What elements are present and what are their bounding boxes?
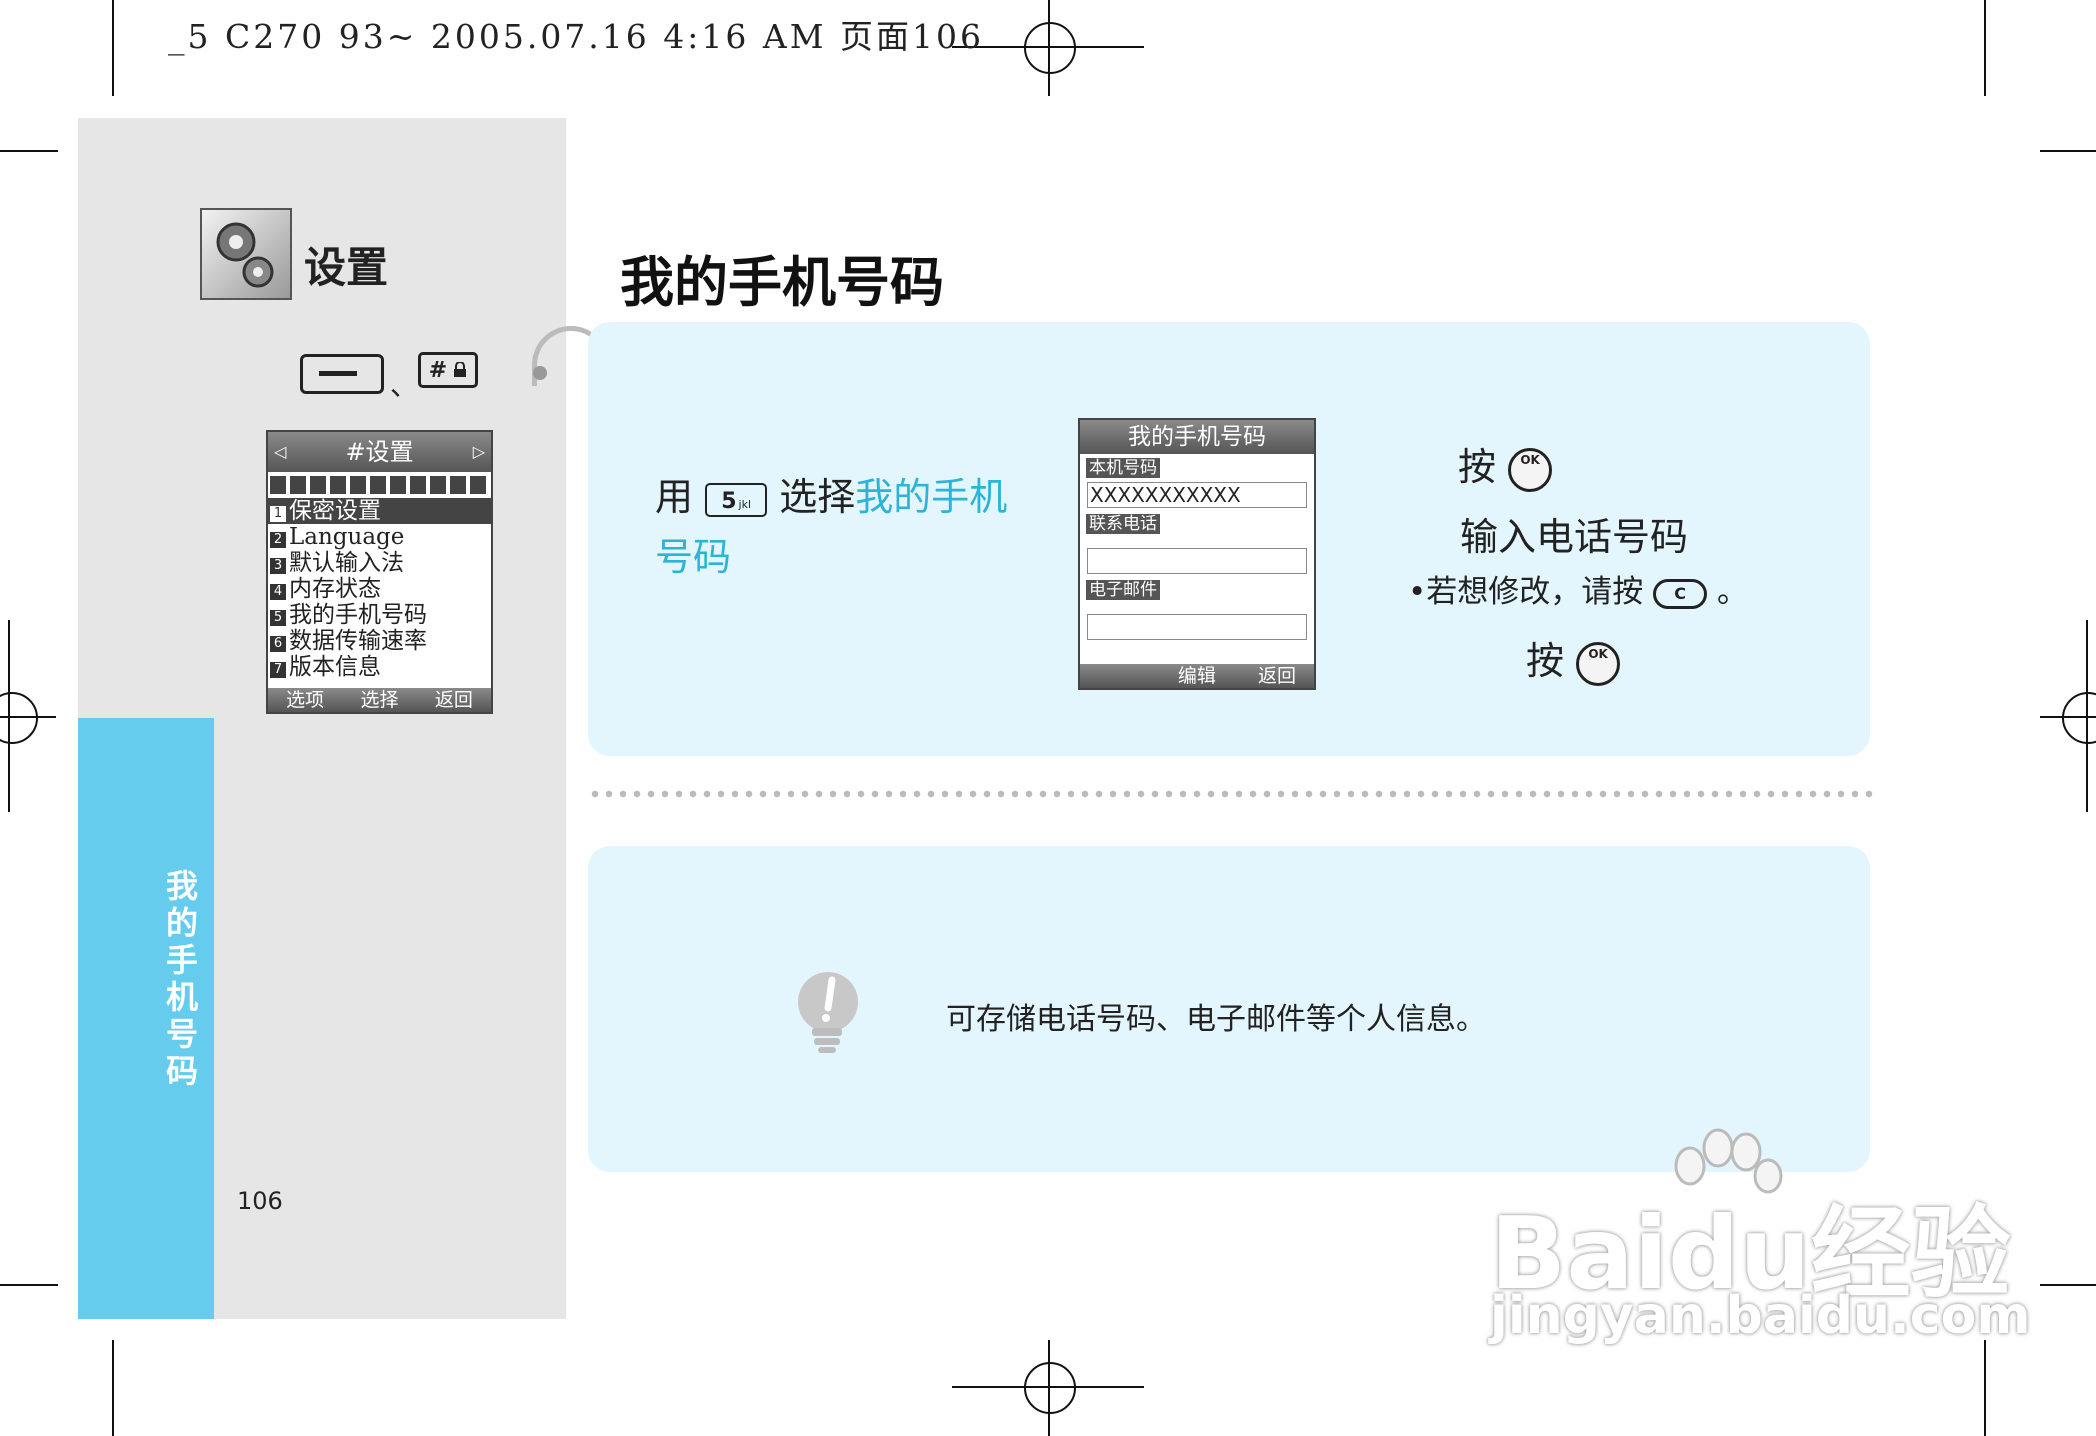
step-2-note: •若想修改，请按 C 。 bbox=[1408, 574, 1749, 610]
step-1-line-1: 用 5 jkl 选择我的手机 bbox=[655, 475, 1008, 519]
crop-mark bbox=[0, 150, 58, 152]
phone-softkey-bar: 编辑 返回 bbox=[1080, 664, 1314, 688]
dotted-divider bbox=[588, 790, 1874, 798]
registration-circle bbox=[2062, 692, 2096, 744]
hash-lock-key-icon: # bbox=[418, 352, 478, 388]
binder-ring-end bbox=[533, 366, 547, 380]
menu-item[interactable]: 2 Language bbox=[268, 524, 491, 550]
own-number-field[interactable]: XXXXXXXXXXX bbox=[1087, 482, 1307, 508]
crop-mark bbox=[1984, 1340, 1986, 1436]
field-label-contact-phone: 联系电话 bbox=[1086, 514, 1160, 534]
phone-screen-header: ◁ #设置 ▷ bbox=[268, 432, 491, 472]
step-3-press: 按 OK bbox=[1526, 630, 1621, 686]
step-1-line-2: 号码 bbox=[655, 535, 732, 579]
print-header: _5 C270 93~ 2005.07.16 4:16 AM 页面106 bbox=[168, 17, 984, 56]
ok-key-icon: OK bbox=[1508, 447, 1553, 492]
clear-key-icon: C bbox=[1653, 578, 1708, 609]
phone-number-screen: 我的手机号码 本机号码 XXXXXXXXXXX 联系电话 电子邮件 编辑 返回 bbox=[1078, 418, 1316, 690]
menu-item[interactable]: 6 数据传输速率 bbox=[268, 628, 491, 654]
menu-item[interactable]: 1 保密设置 bbox=[268, 498, 491, 524]
menu-item[interactable]: 7 版本信息 bbox=[268, 654, 491, 680]
crop-mark bbox=[2040, 1284, 2096, 1286]
crop-mark bbox=[0, 1284, 58, 1286]
menu-item[interactable]: 3 默认输入法 bbox=[268, 550, 491, 576]
phone-settings-screen: ◁ #设置 ▷ 1 保密设置 2 Language 3 默认输入法 4 内存状态 5 我的… bbox=[266, 430, 493, 714]
softkey-options[interactable]: 选项 bbox=[286, 688, 324, 712]
crop-mark bbox=[1984, 0, 1986, 96]
key-5-icon: 5 jkl bbox=[705, 482, 768, 517]
gears-icon bbox=[200, 208, 292, 300]
page-title: 我的手机号码 bbox=[620, 251, 944, 314]
registration-circle bbox=[1024, 22, 1076, 74]
crop-mark bbox=[2040, 150, 2096, 152]
phone-softkey-bar: 选项 选择 返回 bbox=[268, 688, 491, 712]
lightbulb-tip-icon bbox=[788, 968, 864, 1062]
registration-circle bbox=[1024, 1362, 1076, 1414]
email-field[interactable] bbox=[1087, 614, 1307, 640]
field-label-email: 电子邮件 bbox=[1086, 580, 1160, 600]
softkey-back[interactable]: 返回 bbox=[1258, 665, 1296, 687]
left-arrow-icon: ◁ bbox=[274, 442, 287, 461]
softkey-edit[interactable]: 编辑 bbox=[1178, 665, 1216, 687]
ok-key-icon: OK bbox=[1576, 641, 1621, 686]
watermark-url: jingyan.baidu.com bbox=[1490, 1286, 2031, 1346]
page-number: 106 bbox=[237, 1187, 283, 1215]
softkey-select[interactable]: 选择 bbox=[360, 688, 398, 712]
tip-text: 可存储电话号码、电子邮件等个人信息。 bbox=[946, 1002, 1486, 1037]
menu-item[interactable]: 5 我的手机号码 bbox=[268, 602, 491, 628]
phone-screen-header: 我的手机号码 bbox=[1080, 420, 1314, 454]
section-title: 设置 bbox=[304, 243, 389, 292]
key-separator: 、 bbox=[390, 369, 419, 402]
right-arrow-icon: ▷ bbox=[472, 442, 485, 461]
registration-circle bbox=[0, 692, 38, 744]
section-tab-label: 我 的 手 机 号 码 bbox=[165, 867, 198, 1090]
menu-item[interactable]: 4 内存状态 bbox=[268, 576, 491, 602]
softkey-back[interactable]: 返回 bbox=[435, 688, 473, 712]
field-label-own-number: 本机号码 bbox=[1086, 458, 1160, 478]
menu-softkey-icon bbox=[300, 354, 384, 394]
crop-mark bbox=[112, 0, 114, 96]
step-2-instruction: 输入电话号码 bbox=[1460, 515, 1689, 559]
tab-indicator-strip bbox=[270, 476, 489, 494]
contact-phone-field[interactable] bbox=[1087, 548, 1307, 574]
crop-mark bbox=[112, 1340, 114, 1436]
step-2-press: 按 OK bbox=[1458, 436, 1553, 492]
